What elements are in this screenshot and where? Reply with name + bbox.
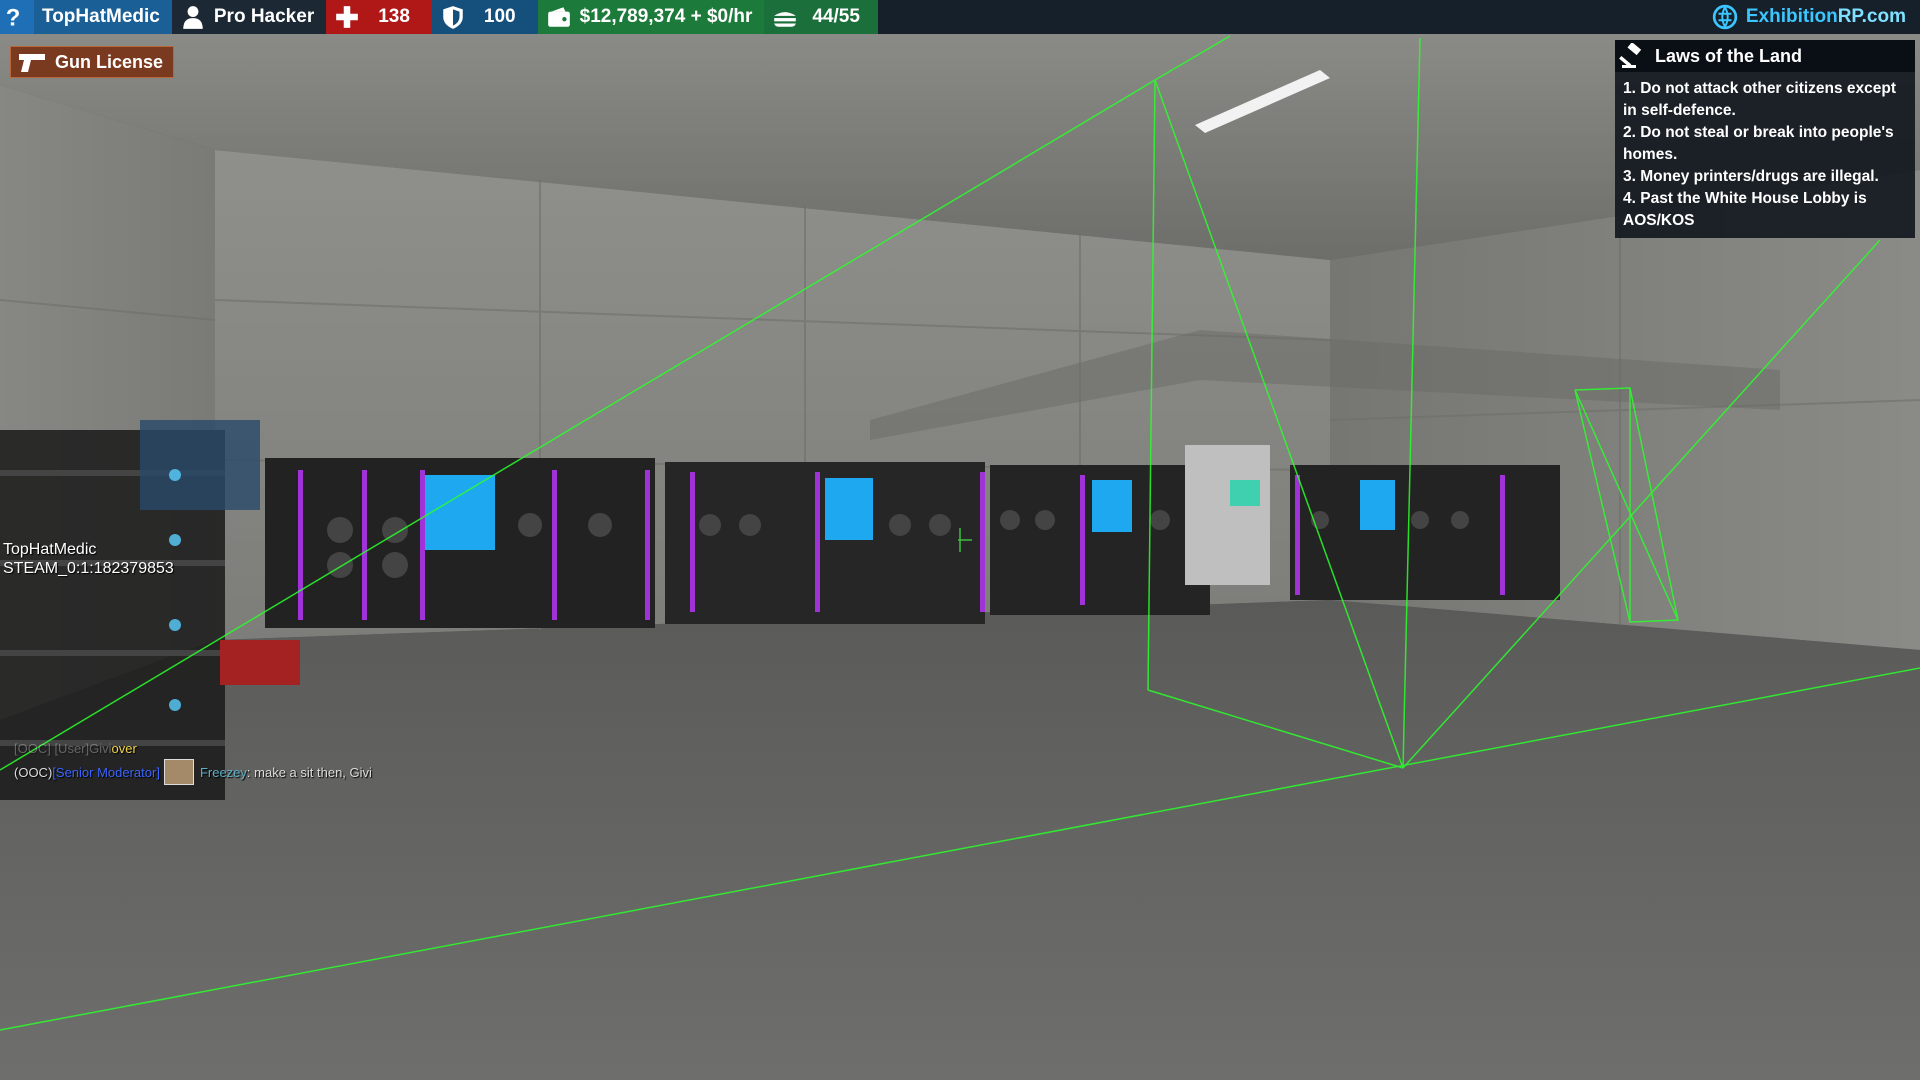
site-name-part-b: RP.com [1837, 6, 1906, 27]
site-name-part-a: Exhibition [1745, 6, 1838, 27]
shield-icon [443, 6, 463, 29]
hunger-display: 44/55 [764, 0, 878, 34]
player-nametag: TopHatMedic STEAM_0:1:182379853 [3, 540, 174, 578]
wallet-icon [547, 7, 570, 27]
pistol-icon [19, 54, 45, 72]
server-logo-icon [1712, 4, 1738, 30]
help-button[interactable]: ? [0, 0, 34, 34]
chat-sender: Givi [89, 740, 112, 756]
hud-spacer [878, 0, 1704, 34]
chat-rank: [Senior Moderator] [52, 764, 160, 780]
nametag-steam-id: STEAM_0:1:182379853 [3, 560, 174, 577]
chat-message: [OOC] [User] Givi over [14, 736, 372, 760]
health-display: 138 [326, 0, 432, 34]
hud-bar: ? TopHatMedic Pro Hacker 138 100 $12,789… [0, 0, 1920, 34]
svg-text:?: ? [6, 5, 21, 30]
job-text: Pro Hacker [213, 6, 315, 27]
food-icon [774, 12, 797, 27]
money-display: $12,789,374 + $0/hr [537, 0, 765, 34]
gavel-icon [1619, 43, 1642, 68]
law-item: 2. Do not steal or break into people's h… [1623, 124, 1894, 163]
server-brand: Exhibition RP.com [1704, 0, 1920, 34]
laws-list: 1. Do not attack other citizens except i… [1615, 72, 1915, 232]
job-display: Pro Hacker [171, 0, 327, 34]
question-mark-icon: ? [6, 5, 21, 30]
laws-panel: Laws of the Land 1. Do not attack other … [1615, 40, 1915, 238]
plus-icon [336, 6, 359, 28]
money-value: $12,789,374 + $0/hr [579, 6, 753, 27]
chat-text: over [111, 740, 137, 756]
player-name-text: TopHatMedic [42, 6, 160, 27]
laws-title: Laws of the Land [1655, 45, 1803, 66]
chat-sender: Freezey [199, 764, 247, 780]
food-value: 44/55 [812, 6, 860, 27]
armor-value: 100 [483, 6, 516, 27]
law-item: 1. Do not attack other citizens except i… [1623, 80, 1897, 119]
chat-text: : make a sit then, Givi [246, 764, 372, 780]
health-value: 138 [378, 6, 410, 27]
chat-prefix: [OOC] [User] [14, 740, 90, 756]
law-item: 4. Past the White House Lobby is AOS/KOS [1623, 190, 1867, 229]
laws-header: Laws of the Land [1615, 40, 1915, 72]
chat-message: (OOC) [Senior Moderator] Freezey : make … [14, 759, 372, 785]
gun-license-badge: Gun License [10, 46, 175, 78]
law-item: 3. Money printers/drugs are illegal. [1623, 168, 1879, 185]
gun-license-label: Gun License [55, 51, 164, 72]
avatar [163, 759, 194, 785]
chat-channel: (OOC) [14, 764, 53, 780]
player-name: TopHatMedic [34, 0, 172, 34]
chat-box: [OOC] [User] Givi over (OOC) [Senior Mod… [14, 736, 372, 785]
user-icon [183, 6, 203, 29]
nametag-name: TopHatMedic [3, 541, 97, 558]
armor-display: 100 [431, 0, 538, 34]
